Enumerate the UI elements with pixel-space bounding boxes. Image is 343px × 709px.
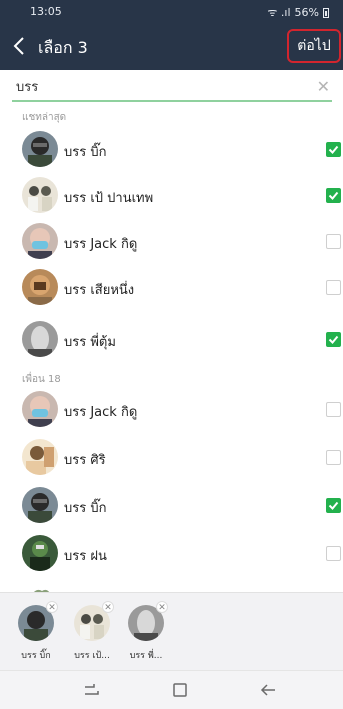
- selected-contact[interactable]: ✕ บรร พี่...: [122, 601, 170, 662]
- avatar: [22, 223, 58, 259]
- selected-contact-label: บรร เป้...: [74, 651, 110, 661]
- remove-icon[interactable]: ✕: [102, 601, 114, 613]
- contact-name: บรร พี่ตุ้ม: [64, 335, 116, 350]
- check-icon: [328, 145, 339, 154]
- contact-name: บรร เป้ ปานเทพ: [64, 191, 154, 206]
- back-button[interactable]: [12, 33, 34, 59]
- contact-name: บรร ศิริ: [64, 453, 106, 468]
- check-icon: [328, 191, 339, 200]
- section-recent-chats: แชทล่าสุด: [22, 112, 67, 123]
- home-button[interactable]: [170, 681, 192, 701]
- avatar: [22, 391, 58, 427]
- avatar: [22, 535, 58, 571]
- signal-icon: ᯤ .ıl: [267, 6, 291, 19]
- selected-contact[interactable]: ✕ บรร เป้...: [68, 601, 116, 662]
- contact-name: บรร Jack กิดู: [64, 405, 138, 420]
- contact-name: บรร บิ๊ก: [64, 145, 107, 160]
- select-checkbox[interactable]: [326, 450, 341, 465]
- avatar: [22, 439, 58, 475]
- page-title: เลือก 3: [38, 38, 88, 57]
- select-checkbox[interactable]: [326, 332, 341, 347]
- select-checkbox[interactable]: [326, 142, 341, 157]
- list-item[interactable]: บรร ศิริ: [0, 434, 343, 480]
- selected-contact[interactable]: ✕ บรร บิ๊ก: [12, 601, 60, 662]
- selected-contact-label: บรร พี่...: [129, 651, 163, 661]
- back-nav-button[interactable]: [258, 681, 280, 701]
- search-input[interactable]: [12, 72, 292, 100]
- battery-icon: [323, 7, 329, 18]
- clear-icon[interactable]: ✕: [317, 77, 330, 96]
- list-item[interactable]: บรร Jack กิดู: [0, 386, 343, 432]
- status-indicators: ᯤ .ıl 56%: [267, 5, 329, 20]
- list-item[interactable]: บรร บิ๊ก: [0, 482, 343, 528]
- select-checkbox[interactable]: [326, 280, 341, 295]
- search-bar: ✕: [12, 72, 332, 102]
- avatar: [22, 321, 58, 357]
- select-checkbox[interactable]: [326, 402, 341, 417]
- avatar: [22, 177, 58, 213]
- contact-name: บรร บิ๊ก: [64, 501, 107, 516]
- app-header: เลือก 3 ต่อไป: [0, 24, 343, 70]
- avatar: [22, 582, 58, 592]
- next-button[interactable]: ต่อไป: [287, 29, 341, 63]
- recent-apps-button[interactable]: [82, 681, 104, 701]
- select-checkbox[interactable]: [326, 498, 341, 513]
- section-friends: เพื่อน 18: [22, 374, 61, 385]
- remove-icon[interactable]: ✕: [46, 601, 58, 613]
- battery-percent: 56%: [294, 6, 319, 19]
- avatar: [22, 487, 58, 523]
- status-bar: 13:05 ᯤ .ıl 56%: [0, 0, 343, 24]
- list-item[interactable]: บรร Jack กิดู: [0, 218, 343, 264]
- avatar: [22, 131, 58, 167]
- contact-name: บรร เสียหนึ่ง: [64, 283, 135, 298]
- home-icon: [173, 683, 187, 697]
- check-icon: [328, 501, 339, 510]
- selected-contact-label: บรร บิ๊ก: [21, 651, 51, 661]
- list-item[interactable]: บรร บิ๊ก: [0, 126, 343, 172]
- system-nav-bar: [0, 670, 343, 709]
- avatar: [22, 269, 58, 305]
- check-icon: [328, 335, 339, 344]
- remove-icon[interactable]: ✕: [156, 601, 168, 613]
- list-item[interactable]: บรร ฝน: [0, 530, 343, 576]
- contact-name: บรร ฝน: [64, 549, 107, 564]
- select-checkbox[interactable]: [326, 234, 341, 249]
- back-arrow-icon: [260, 684, 275, 696]
- status-time: 13:05: [30, 5, 62, 18]
- selected-contacts-bar: ✕ บรร บิ๊ก ✕ บรร เป้... ✕ บรร พี่...: [0, 592, 343, 670]
- list-item[interactable]: บรร เสียหนึ่ง: [0, 264, 343, 310]
- list-item[interactable]: บรร เป้ ปานเทพ: [0, 172, 343, 218]
- list-item[interactable]: บรร พี่ตุ้ม: [0, 316, 343, 362]
- select-checkbox[interactable]: [326, 546, 341, 561]
- chevron-left-icon: [13, 37, 24, 55]
- select-checkbox[interactable]: [326, 188, 341, 203]
- recent-apps-icon: [85, 684, 99, 695]
- contact-name: บรร Jack กิดู: [64, 237, 138, 252]
